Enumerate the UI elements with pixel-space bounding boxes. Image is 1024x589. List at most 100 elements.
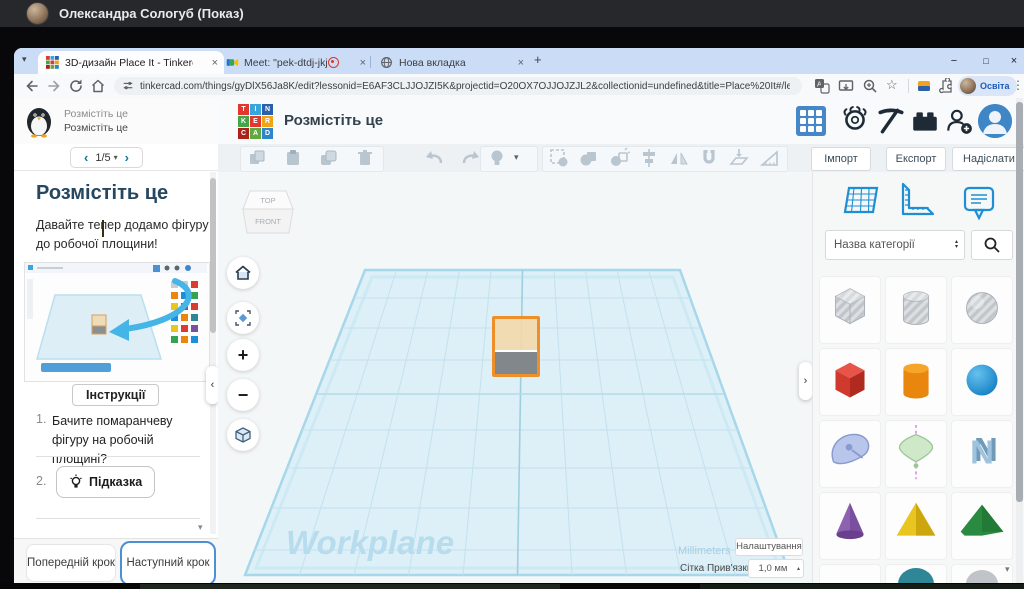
shape-tile-box[interactable] bbox=[819, 348, 881, 416]
shape-search-button[interactable] bbox=[971, 230, 1013, 260]
box-hole-icon bbox=[820, 277, 880, 343]
shape-tile-text[interactable]: N N bbox=[951, 420, 1013, 488]
zoom-out-button[interactable]: − bbox=[227, 379, 259, 411]
shape-tile-sphere-hole[interactable] bbox=[951, 276, 1013, 344]
back-icon[interactable] bbox=[24, 78, 40, 94]
shape-tile-sphere[interactable] bbox=[951, 348, 1013, 416]
shape-tile-partial[interactable] bbox=[819, 564, 881, 583]
ungroup-icon[interactable] bbox=[608, 147, 630, 169]
extensions-puzzle-icon[interactable] bbox=[938, 78, 954, 94]
shape-tile-pyramid[interactable] bbox=[885, 492, 947, 560]
scroll-down-icon[interactable]: ▾ bbox=[198, 522, 203, 533]
view-cube-top-label[interactable]: TOP bbox=[260, 196, 275, 205]
ruler-helper-icon[interactable] bbox=[899, 182, 939, 222]
tab-close-icon[interactable]: × bbox=[512, 57, 530, 69]
magnet-icon[interactable] bbox=[698, 147, 720, 169]
notes-helper-icon[interactable] bbox=[961, 184, 997, 222]
shape-tile-spinner[interactable] bbox=[885, 420, 947, 488]
tab-tinkercad[interactable]: 3D-дизайн Place It - Tinkercad × bbox=[38, 51, 224, 74]
snap-grid-select[interactable]: 1,0 мм ▴ bbox=[748, 559, 804, 578]
perspective-toggle-button[interactable] bbox=[227, 419, 259, 451]
group-icon[interactable] bbox=[578, 147, 600, 169]
site-settings-icon[interactable] bbox=[122, 80, 134, 92]
user-avatar[interactable] bbox=[978, 104, 1012, 138]
shape-tile-partial[interactable] bbox=[885, 564, 947, 583]
select-group-icon[interactable] bbox=[548, 147, 570, 169]
delete-icon[interactable] bbox=[354, 147, 376, 169]
simlab-icon[interactable] bbox=[840, 106, 870, 136]
viewport-canvas[interactable]: Workplane Millimeters TOP FRONT bbox=[218, 172, 812, 583]
shapes-scroll-down-icon[interactable]: ▾ bbox=[1005, 564, 1010, 575]
translate-icon[interactable]: A bbox=[814, 78, 830, 94]
window-minimize-icon[interactable]: − bbox=[940, 48, 968, 74]
import-button[interactable]: Імпорт bbox=[811, 147, 871, 171]
shape-tile-roof[interactable] bbox=[951, 492, 1013, 560]
tab-new-tab[interactable]: Нова вкладка × bbox=[374, 51, 530, 74]
export-button[interactable]: Експорт bbox=[886, 147, 946, 171]
forward-icon[interactable] bbox=[46, 78, 62, 94]
next-step-button[interactable]: Наступний крок bbox=[120, 541, 216, 586]
duplicate-icon[interactable] bbox=[318, 147, 340, 169]
undo-icon[interactable] bbox=[423, 147, 445, 169]
category-select[interactable]: Назва категорії ▴ ▾ bbox=[825, 230, 965, 260]
page-scrollbar[interactable] bbox=[1016, 98, 1023, 583]
url-bar[interactable]: tinkercad.com/things/gyDlX56Ja8K/edit?le… bbox=[114, 77, 802, 95]
lesson-scrollbar-thumb[interactable] bbox=[210, 178, 216, 333]
placed-box-shape[interactable] bbox=[492, 316, 540, 377]
page-prev-icon[interactable]: ‹ bbox=[77, 150, 95, 165]
settings-button[interactable]: Налаштування bbox=[735, 538, 803, 556]
new-tab-icon[interactable]: + bbox=[534, 52, 542, 67]
page-scrollbar-thumb[interactable] bbox=[1016, 102, 1023, 502]
shape-tile-box-hole[interactable] bbox=[819, 276, 881, 344]
workplane[interactable]: Workplane Millimeters bbox=[218, 172, 812, 583]
shape-tile-cylinder[interactable] bbox=[885, 348, 947, 416]
view-cube-front-label[interactable]: FRONT bbox=[255, 217, 281, 226]
bulb-dropdown-icon[interactable]: ▾ bbox=[514, 152, 519, 163]
shape-tile-cylinder-hole[interactable] bbox=[885, 276, 947, 344]
show-hidden-bulb-icon[interactable] bbox=[486, 147, 508, 169]
shape-tile-partial[interactable] bbox=[951, 564, 1013, 583]
perspective-cube-icon bbox=[234, 426, 252, 444]
browser-profile-chip[interactable]: Освіта bbox=[958, 76, 1017, 96]
shape-tile-scribble[interactable] bbox=[819, 420, 881, 488]
minecraft-pickaxe-icon[interactable] bbox=[876, 106, 906, 136]
workplane-helper-icon[interactable] bbox=[841, 184, 881, 220]
zoom-lens-icon[interactable] bbox=[862, 78, 878, 94]
shape-tile-cone[interactable] bbox=[819, 492, 881, 560]
prev-step-button[interactable]: Попередній крок bbox=[26, 544, 116, 582]
add-person-icon[interactable] bbox=[944, 106, 974, 136]
mirror-icon[interactable] bbox=[668, 147, 690, 169]
paste-icon[interactable] bbox=[282, 147, 304, 169]
zoom-in-button[interactable]: + bbox=[227, 339, 259, 371]
tinkercad-logo[interactable]: TIN KER CAD bbox=[238, 104, 273, 139]
tab-search-chevron-icon[interactable]: ▾ bbox=[22, 54, 27, 65]
lego-brick-icon[interactable] bbox=[910, 106, 940, 136]
collapse-left-icon: ‹ bbox=[211, 379, 215, 391]
panel-expand-handle[interactable]: › bbox=[799, 362, 812, 400]
ruler-tool-icon[interactable] bbox=[758, 147, 780, 169]
extension-wallet-icon[interactable] bbox=[916, 78, 932, 94]
fit-view-button[interactable] bbox=[227, 302, 259, 334]
window-close-icon[interactable]: × bbox=[1000, 48, 1024, 74]
tab-meet[interactable]: Meet: "pek-dtdj-jkj" × bbox=[220, 51, 372, 74]
step2-number: 2. bbox=[36, 474, 46, 488]
design-title[interactable]: Розмістіть це bbox=[284, 112, 383, 129]
window-maximize-icon[interactable]: □ bbox=[972, 48, 1000, 74]
redo-icon[interactable] bbox=[460, 147, 482, 169]
workplane-tool-icon[interactable] bbox=[728, 147, 750, 169]
home-view-button[interactable] bbox=[227, 257, 259, 289]
bookmark-star-icon[interactable]: ☆ bbox=[886, 77, 898, 93]
reload-icon[interactable] bbox=[68, 78, 84, 94]
page-indicator[interactable]: 1/5 bbox=[95, 152, 110, 164]
send-button[interactable]: Надіслати bbox=[952, 147, 1024, 171]
align-icon[interactable] bbox=[638, 147, 660, 169]
home-icon[interactable] bbox=[90, 78, 106, 94]
lesson-scrollbar[interactable] bbox=[210, 172, 216, 534]
hint-button[interactable]: Підказка bbox=[56, 466, 155, 498]
cast-icon[interactable] bbox=[838, 78, 854, 94]
view-grid-button[interactable] bbox=[796, 106, 826, 136]
browser-menu-icon[interactable]: ⋮ bbox=[1012, 78, 1024, 92]
copy-icon[interactable] bbox=[246, 147, 268, 169]
view-cube[interactable]: TOP FRONT bbox=[240, 188, 296, 240]
page-next-icon[interactable]: › bbox=[118, 150, 136, 165]
